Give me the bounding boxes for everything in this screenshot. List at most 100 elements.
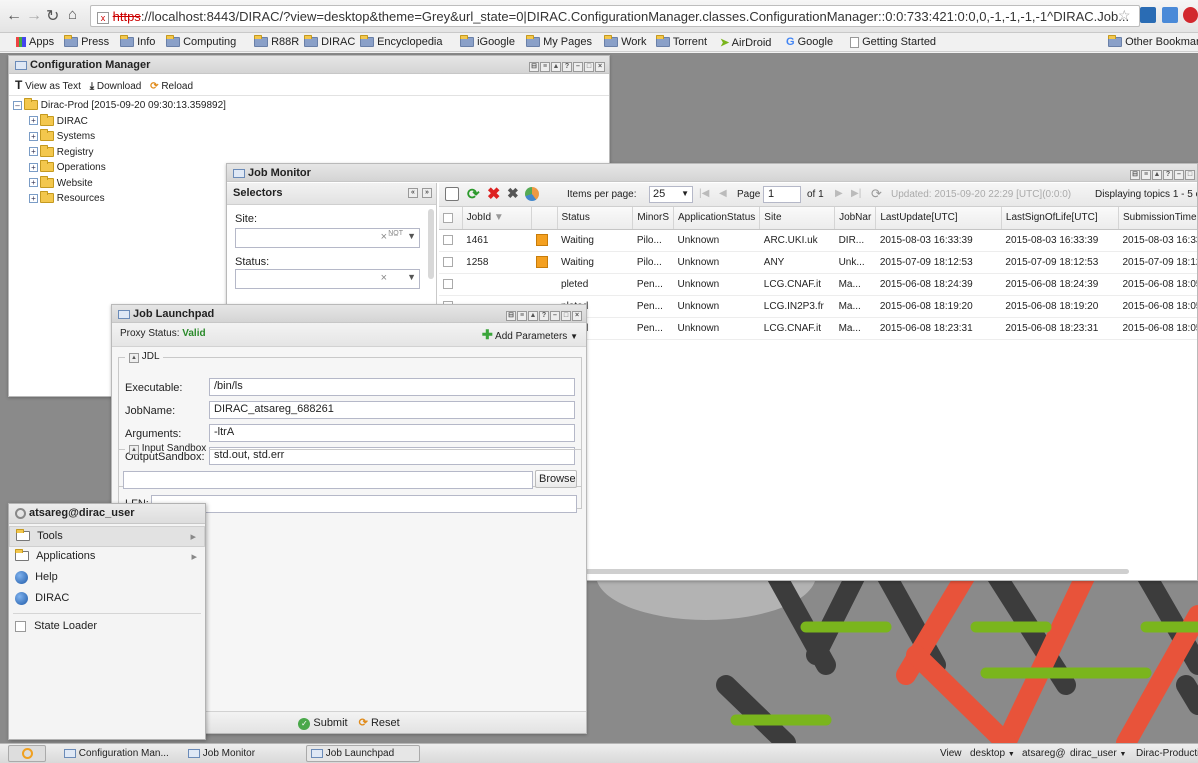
bookmark-airdroid[interactable]: ➤ AirDroid [720, 36, 771, 49]
extension-icon-2[interactable] [1162, 7, 1178, 23]
bookmark-r88r[interactable]: R88R [254, 35, 299, 48]
first-page-icon[interactable]: |◀ [699, 188, 709, 199]
dropdown-arrow-icon[interactable]: ▼ [407, 231, 416, 241]
menu-item-state-loader[interactable]: State Loader [9, 617, 205, 638]
adblock-icon[interactable] [1183, 7, 1198, 23]
add-parameters-button[interactable]: ✚ Add Parameters ▼ [482, 327, 578, 343]
pie-chart-icon[interactable] [525, 187, 539, 201]
dropdown-arrow-icon[interactable]: ▼ [407, 272, 416, 282]
select-all-checkbox[interactable] [439, 207, 463, 230]
jdl-legend[interactable]: ▲ JDL [125, 351, 163, 363]
job-launchpad-header[interactable]: Job Launchpad ⊟ ≡ ▲? – □ × [112, 305, 586, 323]
collapse-icon[interactable]: ▲ [528, 311, 538, 321]
last-page-icon[interactable]: ▶| [851, 188, 861, 199]
collapse-all-icon[interactable]: ⊟ [529, 62, 539, 72]
maximize-icon[interactable]: □ [561, 311, 571, 321]
bookmark-work[interactable]: Work [604, 35, 647, 48]
kill-icon[interactable]: ✖ [487, 184, 500, 204]
bookmark-press[interactable]: Press [64, 35, 109, 48]
delete-icon[interactable]: ✖ [507, 185, 519, 202]
collapse-left-icon[interactable]: « [408, 188, 418, 198]
table-row[interactable]: 1258 Waiting Pilo... Unknown ANY Unk... … [439, 251, 1197, 274]
input-sandbox-legend[interactable]: ▲ Input Sandbox [125, 443, 209, 455]
collapse-section-icon[interactable]: ▲ [129, 445, 139, 455]
close-icon[interactable]: × [572, 311, 582, 321]
help-icon[interactable]: ? [539, 311, 549, 321]
configuration-manager-header[interactable]: Configuration Manager ⊟ ≡ ▲? – □ × [9, 56, 609, 74]
not-toggle-icon[interactable]: N̲O̲T [388, 230, 403, 237]
clear-icon[interactable]: × [381, 272, 387, 284]
jobname-field[interactable]: DIRAC_atsareg_688261 [209, 401, 575, 419]
reload-icon[interactable]: ↻ [46, 6, 59, 26]
tree-node[interactable]: + DIRAC [13, 113, 605, 130]
expand-node-icon[interactable]: + [29, 178, 38, 188]
menu-item-help[interactable]: Help [9, 568, 205, 589]
column-header-applicationstatus[interactable]: ApplicationStatus [673, 207, 761, 230]
page-input[interactable]: 1 [763, 186, 801, 203]
column-header-site[interactable]: Site [759, 207, 836, 230]
expand-node-icon[interactable]: + [29, 193, 38, 203]
collapse-panel-icon[interactable]: » [422, 188, 432, 198]
job-monitor-header[interactable]: Job Monitor ⊟ ≡ ▲? – □ [227, 164, 1197, 182]
address-bar[interactable]: x https://localhost:8443/DIRAC/?view=des… [90, 5, 1140, 27]
forward-icon[interactable]: → [26, 7, 42, 25]
bookmark-encyclopedia[interactable]: Encyclopedia [360, 35, 443, 48]
column-header-jobid[interactable]: JobId ▼ [462, 207, 533, 230]
executable-field[interactable]: /bin/ls [209, 378, 575, 396]
column-header-submissiontime[interactable]: SubmissionTime[ [1118, 207, 1197, 230]
menu-item-dirac[interactable]: DIRAC [9, 589, 205, 610]
bookmark-other[interactable]: Other Bookmarks [1108, 35, 1198, 48]
row-checkbox[interactable] [439, 229, 463, 252]
collapse-all-icon[interactable]: ⊟ [1130, 170, 1140, 180]
columns-icon[interactable] [445, 187, 459, 201]
bookmark-my-pages[interactable]: My Pages [526, 35, 592, 48]
back-icon[interactable]: ← [6, 7, 22, 25]
bookmark-dirac[interactable]: DIRAC [304, 35, 355, 48]
bookmark-apps[interactable]: Apps [16, 36, 54, 48]
status-selector[interactable]: × ▼ [235, 269, 420, 289]
menu-item-applications[interactable]: Applications ▸ [9, 547, 205, 568]
bookmark-google[interactable]: G Google [786, 36, 833, 48]
column-header-status[interactable]: Status [557, 207, 634, 230]
bookmark-igoogle[interactable]: iGoogle [460, 35, 515, 48]
site-selector[interactable]: × N̲O̲T ▼ [235, 228, 420, 248]
taskbar-button-job-monitor[interactable]: Job Monitor [188, 748, 255, 759]
desktop-selector[interactable]: desktop ▼ [970, 748, 1015, 759]
submit-button[interactable]: ✓ Submit [298, 717, 348, 730]
close-icon[interactable]: × [595, 62, 605, 72]
pin-icon[interactable]: ≡ [1141, 170, 1151, 180]
collapse-all-icon[interactable]: ⊟ [506, 311, 516, 321]
bookmark-torrent[interactable]: Torrent [656, 35, 707, 48]
row-checkbox[interactable] [439, 251, 463, 274]
taskbar-button-job-launchpad[interactable]: Job Launchpad [306, 745, 420, 762]
help-icon[interactable]: ? [562, 62, 572, 72]
bookmark-info[interactable]: Info [120, 35, 155, 48]
auto-refresh-icon[interactable]: ⟳ [871, 186, 882, 202]
bookmark-getting-started[interactable]: Getting Started [850, 36, 936, 48]
prev-page-icon[interactable]: ◀ [719, 188, 727, 199]
collapse-icon[interactable]: ▲ [1152, 170, 1162, 180]
view-as-text-button[interactable]: T View as Text [15, 78, 81, 92]
lfn-field[interactable] [151, 495, 577, 513]
column-header-icon[interactable] [531, 207, 558, 230]
star-icon[interactable]: ☆ [1118, 7, 1131, 24]
maximize-icon[interactable]: □ [584, 62, 594, 72]
download-button[interactable]: ⤓ Download [90, 81, 142, 92]
expand-node-icon[interactable]: + [29, 147, 38, 157]
collapse-section-icon[interactable]: ▲ [129, 353, 139, 363]
column-header-lastsignoflife[interactable]: LastSignOfLife[UTC] [1001, 207, 1120, 230]
column-header-lastupdate[interactable]: LastUpdate[UTC] [875, 207, 1002, 230]
tree-node[interactable]: + Registry [13, 144, 605, 161]
table-row[interactable]: pleted Pen... Unknown LCG.CNAF.it Ma... … [439, 273, 1197, 296]
start-button[interactable] [8, 745, 46, 762]
row-checkbox[interactable] [439, 273, 463, 296]
pin-icon[interactable]: ≡ [517, 311, 527, 321]
next-page-icon[interactable]: ▶ [835, 188, 843, 199]
reload-button[interactable]: ⟳ Reload [150, 81, 193, 92]
reset-button[interactable]: ⟳ Reset [359, 717, 400, 729]
extension-icon-1[interactable] [1140, 7, 1156, 23]
minimize-icon[interactable]: – [1174, 170, 1184, 180]
clear-icon[interactable]: × [381, 231, 387, 243]
input-sandbox-file-field[interactable] [123, 471, 533, 489]
tree-node[interactable]: + Systems [13, 129, 605, 145]
